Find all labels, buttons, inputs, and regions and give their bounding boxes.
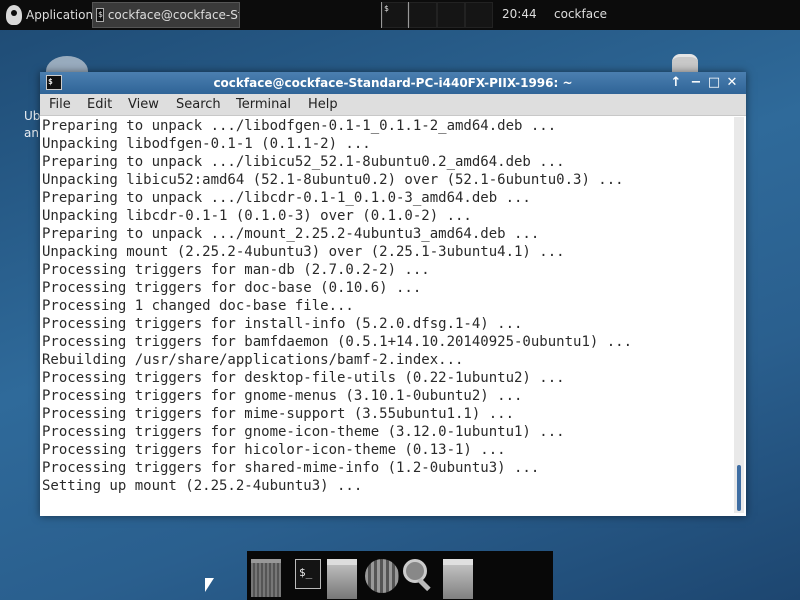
terminal-line: Preparing to unpack .../libcdr-0.1-1_0.1…: [42, 190, 531, 206]
terminal-icon: $: [382, 2, 408, 28]
terminal-line: Unpacking libodfgen-0.1-1 (0.1.1-2) ...: [42, 136, 371, 152]
terminal-line: Setting up mount (2.25.2-4ubuntu3) ...: [42, 478, 363, 494]
workspace-switcher: $: [381, 2, 499, 28]
desktop-icon-label[interactable]: Ub an: [24, 108, 40, 142]
user-menu[interactable]: cockface: [554, 7, 607, 21]
terminal-line: Unpacking libcdr-0.1-1 (0.1.0-3) over (0…: [42, 208, 472, 224]
terminal-scrollbar[interactable]: [734, 117, 744, 513]
scrollbar-thumb[interactable]: [737, 465, 741, 511]
desktop-label-line2: an: [24, 126, 39, 140]
terminal-line: Processing triggers for shared-mime-info…: [42, 460, 540, 476]
menu-view[interactable]: View: [128, 97, 159, 112]
search-handle: [417, 577, 431, 592]
terminal-line: Processing triggers for hicolor-icon-the…: [42, 442, 506, 458]
xfce-logo-icon: [6, 5, 22, 25]
file-manager-icon[interactable]: [443, 559, 473, 599]
menu-edit[interactable]: Edit: [87, 97, 112, 112]
close-icon[interactable]: ✕: [724, 74, 740, 92]
terminal-line: Preparing to unpack .../mount_2.25.2-4ub…: [42, 226, 540, 242]
web-browser-icon[interactable]: [365, 559, 399, 593]
terminal-icon: $: [96, 8, 104, 22]
terminal-line: Processing triggers for gnome-icon-theme…: [42, 424, 565, 440]
top-panel: Applications $ cockface@cockface-Sta... …: [0, 0, 800, 30]
maximize-icon[interactable]: □: [706, 74, 722, 92]
menu-file[interactable]: File: [49, 97, 71, 112]
terminal-output[interactable]: Preparing to unpack .../libodfgen-0.1-1_…: [42, 117, 732, 513]
menu-terminal[interactable]: Terminal: [236, 97, 291, 112]
mouse-pointer-icon: [205, 578, 214, 592]
terminal-line: Processing triggers for mime-support (3.…: [42, 406, 515, 422]
menu-help[interactable]: Help: [308, 97, 338, 112]
window-titlebar[interactable]: $ cockface@cockface-Standard-PC-i440FX-P…: [40, 72, 746, 94]
terminal-line: Unpacking mount (2.25.2-4ubuntu3) over (…: [42, 244, 565, 260]
terminal-line: Processing triggers for install-info (5.…: [42, 316, 523, 332]
roll-up-icon[interactable]: ↑: [668, 74, 684, 92]
taskbar-terminal-button[interactable]: $ cockface@cockface-Sta...: [92, 2, 240, 28]
applications-menu-button[interactable]: Applications: [2, 3, 103, 27]
window-title: cockface@cockface-Standard-PC-i440FX-PII…: [213, 76, 573, 90]
minimize-icon[interactable]: −: [688, 74, 704, 92]
terminal-line: Processing triggers for desktop-file-uti…: [42, 370, 565, 386]
terminal-line: Processing triggers for doc-base (0.10.6…: [42, 280, 422, 296]
terminal-window: $ cockface@cockface-Standard-PC-i440FX-P…: [40, 72, 746, 516]
show-desktop-icon[interactable]: [251, 559, 281, 597]
menu-bar: File Edit View Search Terminal Help: [40, 94, 746, 116]
terminal-line: Processing 1 changed doc-base file...: [42, 298, 354, 314]
home-folder-icon[interactable]: [327, 559, 357, 599]
search-icon[interactable]: [403, 559, 433, 593]
taskbar-terminal-label: cockface@cockface-Sta...: [107, 8, 239, 22]
terminal-line: Processing triggers for man-db (2.7.0.2-…: [42, 262, 430, 278]
terminal-line: Unpacking libicu52:amd64 (52.1-8ubuntu0.…: [42, 172, 624, 188]
workspace-3[interactable]: [437, 2, 465, 28]
workspace-1[interactable]: $: [381, 2, 409, 28]
terminal-launcher-icon[interactable]: $_: [295, 559, 321, 589]
terminal-line: Processing triggers for bamfdaemon (0.5.…: [42, 334, 633, 350]
menu-search[interactable]: Search: [176, 97, 221, 112]
terminal-line: Preparing to unpack .../libodfgen-0.1-1_…: [42, 118, 557, 134]
workspace-4[interactable]: [465, 2, 493, 28]
terminal-line: Rebuilding /usr/share/applications/bamf-…: [42, 352, 464, 368]
terminal-line: Processing triggers for gnome-menus (3.1…: [42, 388, 523, 404]
desktop-label-line1: Ub: [24, 109, 41, 123]
applications-label: Applications: [26, 8, 100, 22]
workspace-2[interactable]: [409, 2, 437, 28]
dock: $_: [247, 551, 553, 600]
clock[interactable]: 20:44: [502, 7, 537, 21]
terminal-line: Preparing to unpack .../libicu52_52.1-8u…: [42, 154, 565, 170]
